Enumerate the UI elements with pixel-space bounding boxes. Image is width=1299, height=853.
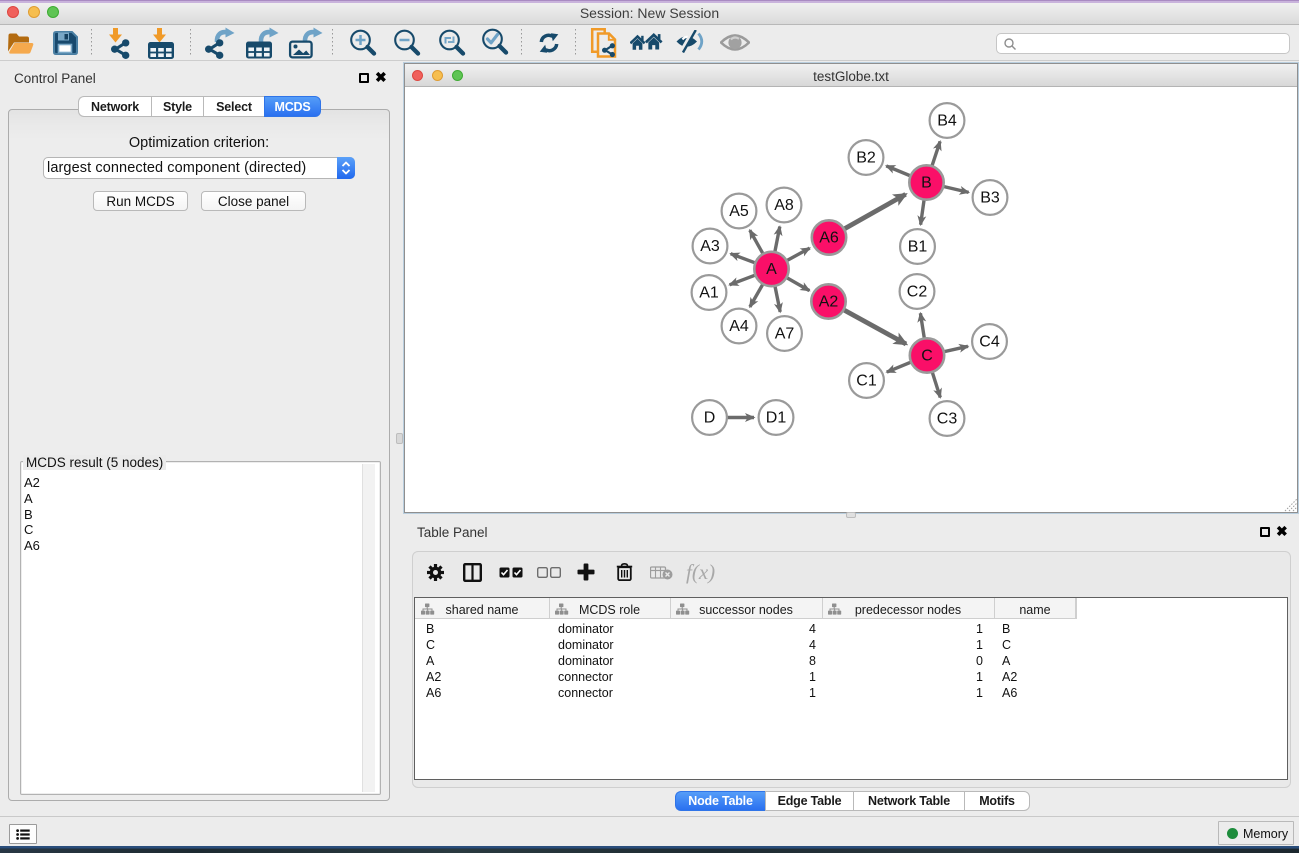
svg-text:D1: D1 <box>766 410 787 427</box>
svg-text:C2: C2 <box>907 284 928 301</box>
svg-text:C4: C4 <box>979 334 1000 351</box>
svg-text:C1: C1 <box>856 373 877 390</box>
svg-text:B2: B2 <box>856 150 876 167</box>
svg-text:B3: B3 <box>980 190 1000 207</box>
svg-text:A6: A6 <box>819 230 839 247</box>
svg-text:A2: A2 <box>819 294 839 311</box>
svg-text:C3: C3 <box>937 411 958 428</box>
svg-text:A1: A1 <box>699 285 719 302</box>
svg-text:A5: A5 <box>729 203 749 220</box>
svg-text:A4: A4 <box>729 318 749 335</box>
svg-text:B4: B4 <box>937 113 957 130</box>
svg-text:C: C <box>921 348 933 365</box>
svg-text:A8: A8 <box>774 197 794 214</box>
svg-text:A7: A7 <box>775 326 795 343</box>
svg-text:A: A <box>766 261 777 278</box>
svg-text:B1: B1 <box>908 239 928 256</box>
svg-text:D: D <box>704 410 716 427</box>
svg-text:A3: A3 <box>700 238 720 255</box>
svg-text:B: B <box>921 175 932 192</box>
